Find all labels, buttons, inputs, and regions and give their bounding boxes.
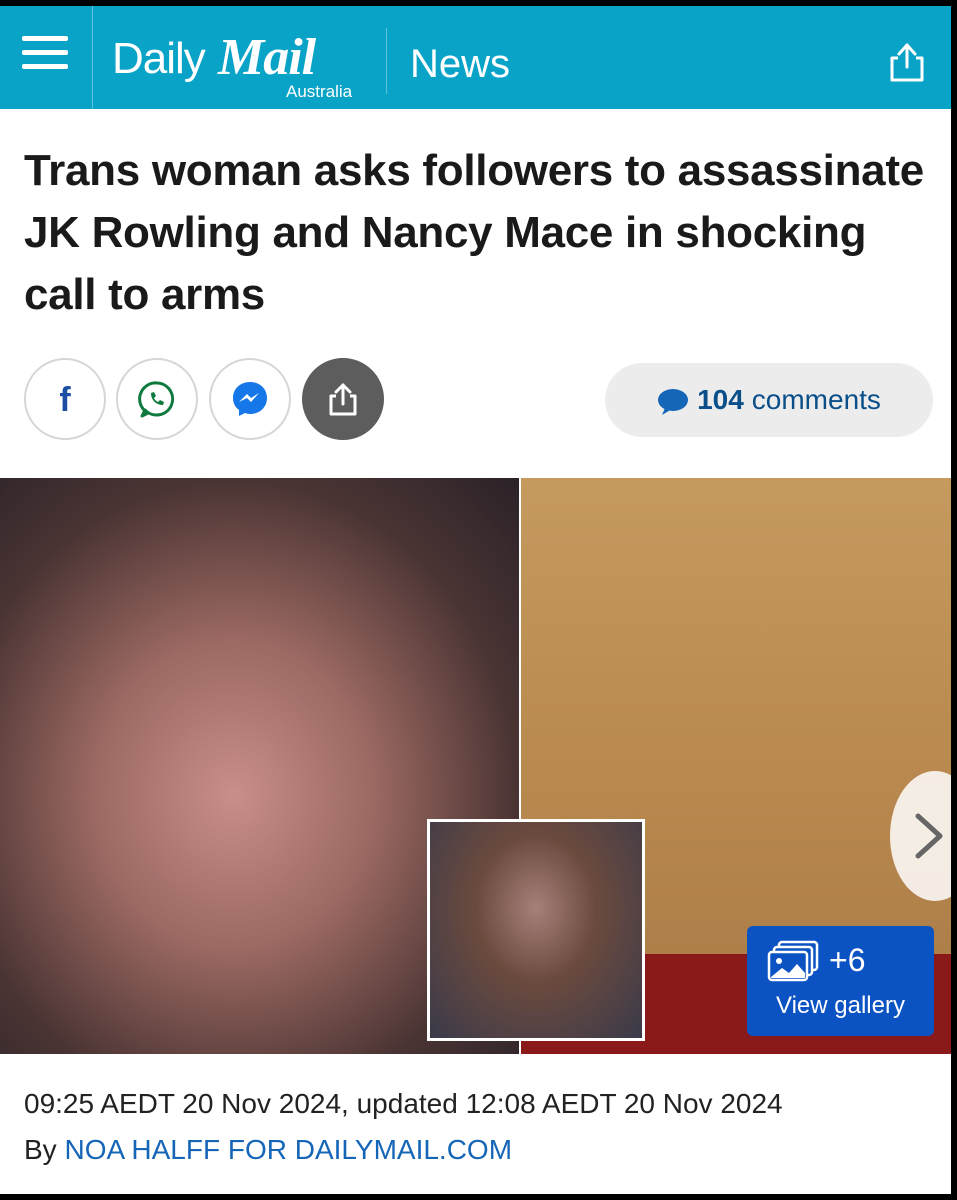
messenger-share-button[interactable] xyxy=(209,358,291,440)
byline-prefix: By xyxy=(24,1134,57,1165)
menu-icon[interactable] xyxy=(22,36,68,80)
article-headline: Trans woman asks followers to assassinat… xyxy=(24,146,924,319)
byline: By NOA HALFF FOR DAILYMAIL.COM xyxy=(24,1134,512,1166)
gallery-icon xyxy=(767,940,819,982)
section-title[interactable]: News xyxy=(410,42,510,87)
messenger-icon xyxy=(233,382,267,416)
whatsapp-share-button[interactable] xyxy=(116,358,198,440)
comment-bubble-icon xyxy=(658,389,689,415)
divider xyxy=(92,6,93,109)
divider xyxy=(386,28,387,94)
gallery-label: View gallery xyxy=(776,992,905,1019)
comments-label: comments xyxy=(751,384,881,415)
logo-daily-text: Daily xyxy=(112,34,206,83)
article-page: Daily Mail Australia News Trans woman as… xyxy=(0,6,951,1194)
author-link[interactable]: NOA HALFF FOR DAILYMAIL.COM xyxy=(64,1134,512,1165)
whatsapp-icon xyxy=(138,381,175,418)
view-gallery-button[interactable]: +6 View gallery xyxy=(747,926,934,1036)
chevron-right-icon xyxy=(915,813,943,859)
publish-timestamp: 09:25 AEDT 20 Nov 2024, updated 12:08 AE… xyxy=(24,1088,783,1119)
gallery-count: +6 xyxy=(829,942,866,978)
share-icon[interactable] xyxy=(882,36,932,86)
more-share-button[interactable] xyxy=(302,358,384,440)
top-bar: Daily Mail Australia News xyxy=(0,6,951,109)
facebook-share-button[interactable]: f xyxy=(24,358,106,440)
inset-photo xyxy=(427,819,645,1041)
comments-count: 104 xyxy=(697,384,744,415)
logo-region: Australia xyxy=(286,82,353,101)
comments-button[interactable]: 104 comments xyxy=(605,363,933,437)
article-image-carousel[interactable]: +6 View gallery xyxy=(0,478,951,1054)
logo-mail-text: Mail xyxy=(218,29,316,86)
share-icon xyxy=(329,383,357,416)
svg-text:f: f xyxy=(59,381,71,419)
facebook-icon: f xyxy=(59,381,71,419)
